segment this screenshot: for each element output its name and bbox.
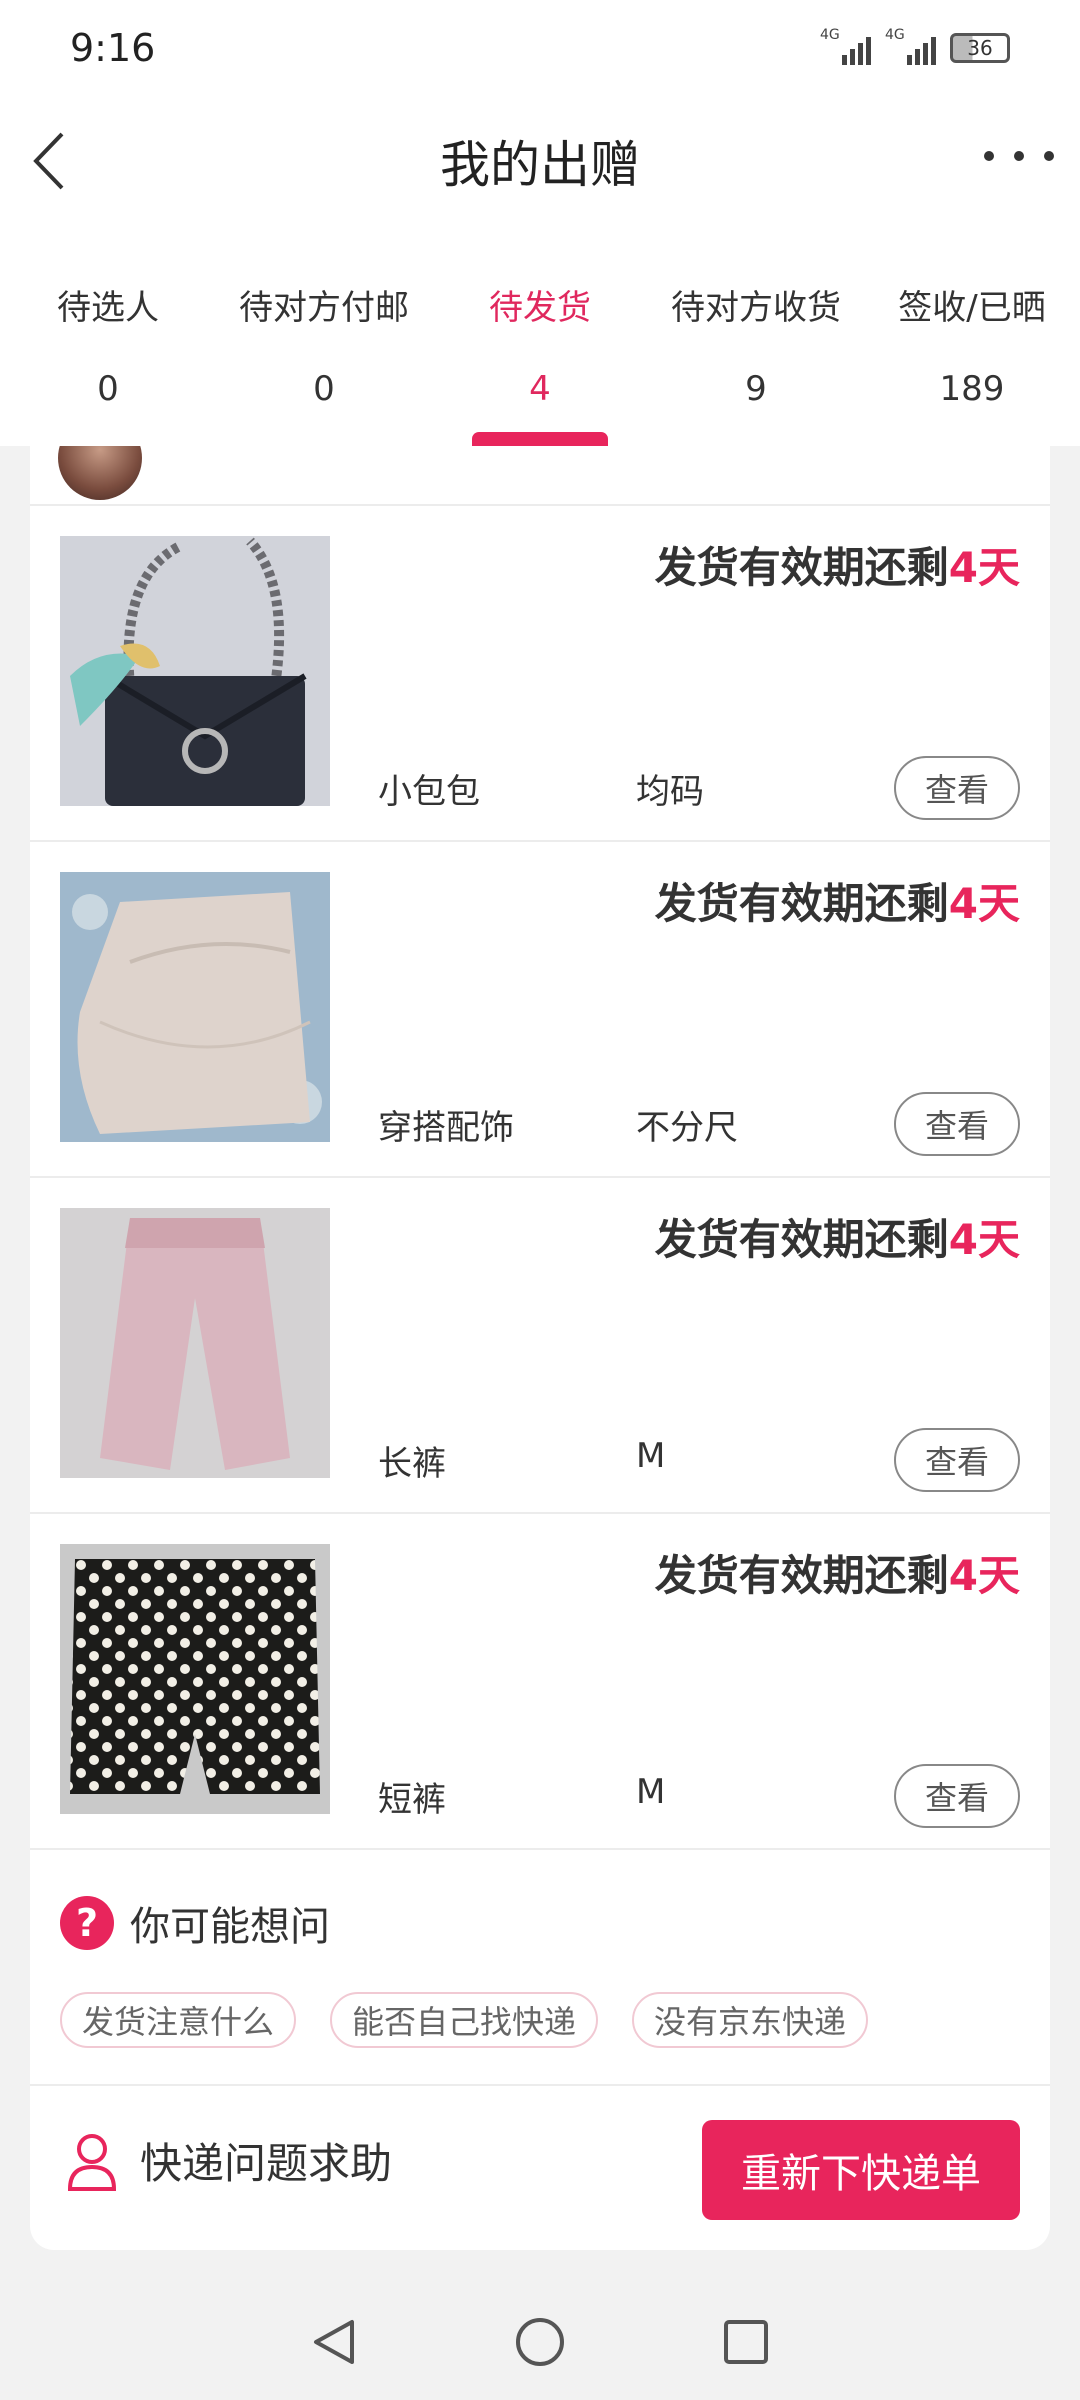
item-name: 短裤 bbox=[378, 1780, 446, 1820]
faq-section: ? 你可能想问 发货注意什么 能否自己找快递 没有京东快递 bbox=[30, 1850, 1050, 2086]
nav-home-icon[interactable] bbox=[512, 2314, 568, 2370]
question-icon: ? bbox=[60, 1896, 114, 1950]
view-button[interactable]: 查看 bbox=[894, 1764, 1020, 1828]
nav-recent-icon[interactable] bbox=[718, 2314, 774, 2370]
item-thumbnail bbox=[60, 872, 330, 1142]
item-size: M bbox=[636, 1436, 666, 1476]
status-time: 9:16 bbox=[70, 26, 156, 70]
list-item[interactable]: 发货有效期还剩4天 短裤 M 查看 bbox=[30, 1514, 1050, 1850]
reorder-courier-button[interactable]: 重新下快递单 bbox=[702, 2120, 1020, 2220]
footer-actions: 快递问题求助 重新下快递单 bbox=[30, 2086, 1050, 2246]
tab-pending-shipment[interactable]: 待发货 4 bbox=[432, 226, 648, 446]
deadline-text: 发货有效期还剩4天 bbox=[654, 1215, 1020, 1264]
more-dots-icon bbox=[984, 151, 994, 161]
view-button[interactable]: 查看 bbox=[894, 1428, 1020, 1492]
more-button[interactable] bbox=[984, 136, 1054, 176]
signal-icon: 4G bbox=[820, 27, 871, 65]
item-name: 长裤 bbox=[378, 1444, 446, 1484]
item-thumbnail bbox=[60, 1208, 330, 1478]
list-item[interactable]: 发货有效期还剩4天 穿搭配饰 不分尺 查看 bbox=[30, 842, 1050, 1178]
back-button[interactable] bbox=[22, 126, 82, 196]
courier-help-label: 快递问题求助 bbox=[140, 2139, 393, 2188]
item-size: 不分尺 bbox=[636, 1108, 738, 1148]
system-nav-bar bbox=[0, 2284, 1080, 2400]
faq-chip-own-courier[interactable]: 能否自己找快递 bbox=[330, 1992, 599, 2048]
page-title: 我的出赠 bbox=[440, 136, 640, 194]
faq-chip-no-jd-express[interactable]: 没有京东快递 bbox=[632, 1992, 869, 2048]
status-icons: 4G 4G 36 bbox=[820, 27, 1010, 65]
tab-pending-receipt[interactable]: 待对方收货 9 bbox=[648, 226, 864, 446]
tab-received[interactable]: 签收/已晒 189 bbox=[864, 226, 1080, 446]
faq-chip-shipping-notes[interactable]: 发货注意什么 bbox=[60, 1992, 297, 2048]
item-thumbnail bbox=[60, 536, 330, 806]
battery-icon: 36 bbox=[950, 33, 1010, 63]
view-button[interactable]: 查看 bbox=[894, 1092, 1020, 1156]
deadline-text: 发货有效期还剩4天 bbox=[654, 879, 1020, 928]
status-bar: 9:16 4G 4G 36 bbox=[0, 0, 1080, 96]
faq-chips: 发货注意什么 能否自己找快递 没有京东快递 bbox=[60, 1992, 869, 2048]
faq-title: ? 你可能想问 bbox=[60, 1894, 330, 1952]
item-size: M bbox=[636, 1772, 666, 1812]
back-arrow-icon bbox=[33, 132, 64, 190]
nav-bar: 我的出赠 bbox=[0, 96, 1080, 226]
item-name: 小包包 bbox=[378, 772, 480, 812]
deadline-text: 发货有效期还剩4天 bbox=[654, 543, 1020, 592]
tab-pending-select[interactable]: 待选人 0 bbox=[0, 226, 216, 446]
nav-back-icon[interactable] bbox=[306, 2314, 362, 2370]
status-tabs: 待选人 0 待对方付邮 0 待发货 4 待对方收货 9 签收/已晒 189 bbox=[0, 226, 1080, 446]
list-item[interactable]: 发货有效期还剩4天 小包包 均码 查看 bbox=[30, 506, 1050, 842]
courier-help-button[interactable]: 快递问题求助 bbox=[64, 2130, 392, 2191]
person-icon bbox=[67, 2133, 117, 2191]
item-thumbnail bbox=[60, 1544, 330, 1814]
list-item[interactable]: 发货有效期还剩4天 长裤 M 查看 bbox=[30, 1178, 1050, 1514]
faq-title-text: 你可能想问 bbox=[130, 1904, 330, 1950]
signal-icon: 4G bbox=[885, 27, 936, 65]
list-header-peek bbox=[30, 446, 1050, 506]
shipment-list: 发货有效期还剩4天 小包包 均码 查看 发货有效期还剩4天 穿搭配饰 不分尺 查… bbox=[30, 446, 1050, 2250]
deadline-text: 发货有效期还剩4天 bbox=[654, 1551, 1020, 1600]
view-button[interactable]: 查看 bbox=[894, 756, 1020, 820]
item-size: 均码 bbox=[636, 772, 704, 812]
tab-pending-postage[interactable]: 待对方付邮 0 bbox=[216, 226, 432, 446]
avatar bbox=[58, 446, 142, 500]
item-name: 穿搭配饰 bbox=[378, 1108, 514, 1148]
